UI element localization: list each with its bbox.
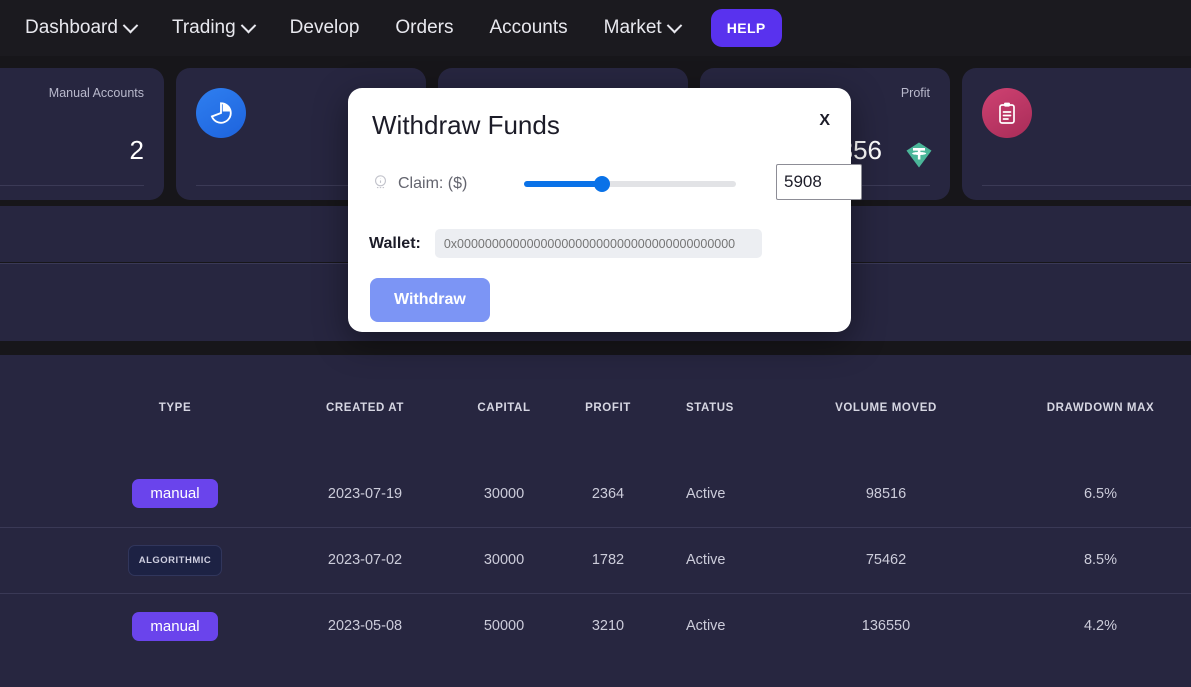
row-spacer — [0, 592, 70, 659]
pie-chart-icon — [196, 88, 246, 138]
app-root: Dashboard Trading Develop Orders Account… — [0, 0, 1191, 687]
cell-status: Active — [658, 526, 786, 593]
cell-profit: 3210 — [558, 592, 658, 659]
nav-item-trading[interactable]: Trading — [155, 11, 271, 45]
wallet-address-input[interactable] — [434, 229, 762, 258]
wallet-row: Wallet: — [369, 229, 762, 258]
stat-card-clipboard[interactable] — [962, 68, 1191, 200]
nav-label: Orders — [395, 17, 454, 38]
table-header-type[interactable]: TYPE — [70, 355, 280, 461]
withdraw-submit-button[interactable]: Withdraw — [370, 278, 490, 322]
cell-drawdown-max: 4.2% — [986, 592, 1191, 659]
nav-label: Trading — [171, 17, 236, 38]
claim-label-group: Claim: ($) — [372, 173, 524, 195]
modal-title: Withdraw Funds — [372, 110, 560, 140]
accounts-table-panel: TYPE CREATED AT CAPITAL PROFIT STATUS VO… — [0, 355, 1191, 687]
table-row[interactable]: ALGORITHMIC 2023-07-02 30000 1782 Active… — [0, 526, 1191, 593]
cell-created-at: 2023-07-19 — [327, 485, 403, 502]
table-row[interactable]: manual 2023-07-19 30000 2364 Active 9851… — [0, 461, 1191, 527]
cell-type: manual — [70, 461, 280, 527]
row-spacer — [0, 526, 70, 593]
stat-card-label: Profit — [900, 86, 930, 100]
coin-info-icon — [372, 173, 389, 195]
nav-item-develop[interactable]: Develop — [273, 11, 377, 45]
table-header-spacer — [0, 355, 70, 461]
slider-thumb[interactable] — [594, 176, 610, 192]
nav-item-dashboard[interactable]: Dashboard — [8, 11, 153, 45]
type-badge: manual — [132, 611, 218, 641]
cell-drawdown-max: 8.5% — [986, 526, 1191, 593]
nav-label: Dashboard — [25, 17, 118, 38]
cell-volume-moved: 136550 — [786, 592, 986, 659]
table-header-profit[interactable]: PROFIT — [558, 355, 658, 461]
chevron-down-icon — [122, 17, 139, 33]
card-divider — [0, 185, 144, 186]
table-header-created-at[interactable]: CREATED AT — [280, 355, 450, 461]
cell-drawdown-max: 6.5% — [1083, 485, 1118, 502]
nav-item-accounts[interactable]: Accounts — [472, 11, 584, 45]
top-navigation-bar: Dashboard Trading Develop Orders Account… — [0, 0, 1191, 56]
cell-capital: 30000 — [450, 526, 558, 593]
cell-profit: 1782 — [558, 526, 658, 593]
chevron-down-icon — [240, 17, 256, 33]
claim-label-text: Claim: ($) — [398, 175, 468, 192]
type-badge: ALGORITHMIC — [127, 544, 223, 576]
cell-capital: 30000 — [483, 485, 525, 502]
cell-capital: 50000 — [450, 592, 558, 659]
table-body: manual 2023-07-19 30000 2364 Active 9851… — [0, 461, 1191, 659]
cell-type: manual — [70, 592, 280, 659]
wallet-label: Wallet: — [369, 234, 421, 252]
stat-card-value: 2 — [129, 135, 144, 165]
card-divider — [982, 185, 1191, 186]
table-header-volume-moved[interactable]: VOLUME MOVED — [786, 355, 986, 461]
table-header-status[interactable]: STATUS — [658, 355, 786, 461]
accounts-table: TYPE CREATED AT CAPITAL PROFIT STATUS VO… — [0, 355, 1191, 659]
cell-created-at: 2023-05-08 — [280, 592, 450, 659]
cell-created-at: 2023-07-02 — [280, 526, 450, 593]
nav-label: Accounts — [489, 17, 568, 38]
row-spacer — [0, 461, 70, 527]
nav-label: Develop — [289, 17, 360, 38]
nav-item-orders[interactable]: Orders — [378, 11, 470, 45]
cell-type: ALGORITHMIC — [70, 526, 280, 593]
table-header-drawdown-max[interactable]: DRAWDOWN MAX — [986, 355, 1191, 461]
cell-volume-moved: 98516 — [865, 485, 907, 502]
withdraw-funds-modal: Withdraw Funds X Claim: ($) 5908 Wallet:… — [348, 88, 862, 332]
cell-volume-moved: 75462 — [786, 526, 986, 593]
help-button[interactable]: HELP — [710, 9, 782, 47]
cell-profit: 2364 — [591, 485, 625, 502]
usdt-tether-icon — [904, 140, 934, 170]
claim-amount-input[interactable] — [776, 164, 862, 200]
table-row[interactable]: manual 2023-05-08 50000 3210 Active 1365… — [0, 592, 1191, 659]
claim-amount-slider[interactable] — [524, 175, 736, 193]
table-header-capital[interactable]: CAPITAL — [450, 355, 558, 461]
claim-amount-row: Claim: ($) — [372, 164, 862, 204]
nav-label: Market — [603, 17, 662, 38]
chevron-down-icon — [666, 17, 682, 33]
type-badge: manual — [132, 479, 218, 509]
slider-fill — [524, 181, 603, 187]
close-icon[interactable]: X — [819, 112, 830, 130]
stat-card-label: Manual Accounts — [48, 86, 144, 100]
cell-status: Active — [686, 485, 726, 502]
cell-status: Active — [658, 592, 786, 659]
table-header: TYPE CREATED AT CAPITAL PROFIT STATUS VO… — [0, 355, 1191, 461]
stat-card-manual-accounts[interactable]: Manual Accounts 2 — [0, 68, 164, 200]
table-header-row: TYPE CREATED AT CAPITAL PROFIT STATUS VO… — [0, 355, 1191, 461]
nav-item-market[interactable]: Market — [587, 11, 697, 45]
clipboard-icon — [982, 88, 1032, 138]
